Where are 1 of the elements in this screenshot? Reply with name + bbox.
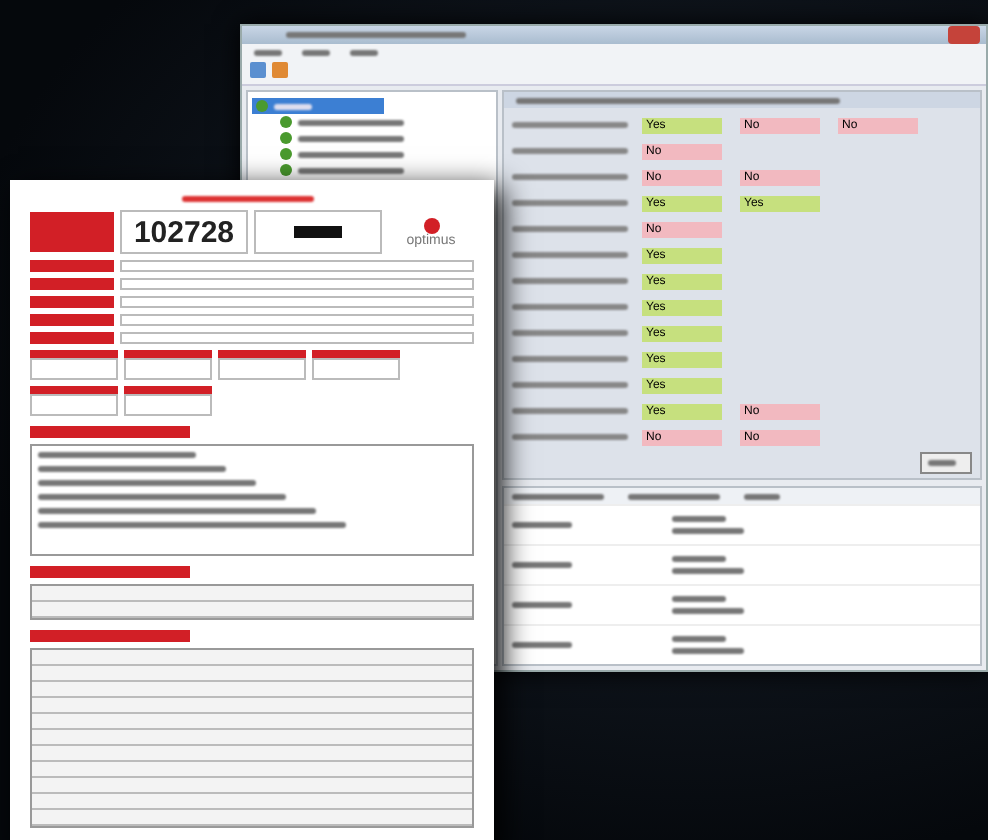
job-number: 102728 <box>120 210 248 254</box>
